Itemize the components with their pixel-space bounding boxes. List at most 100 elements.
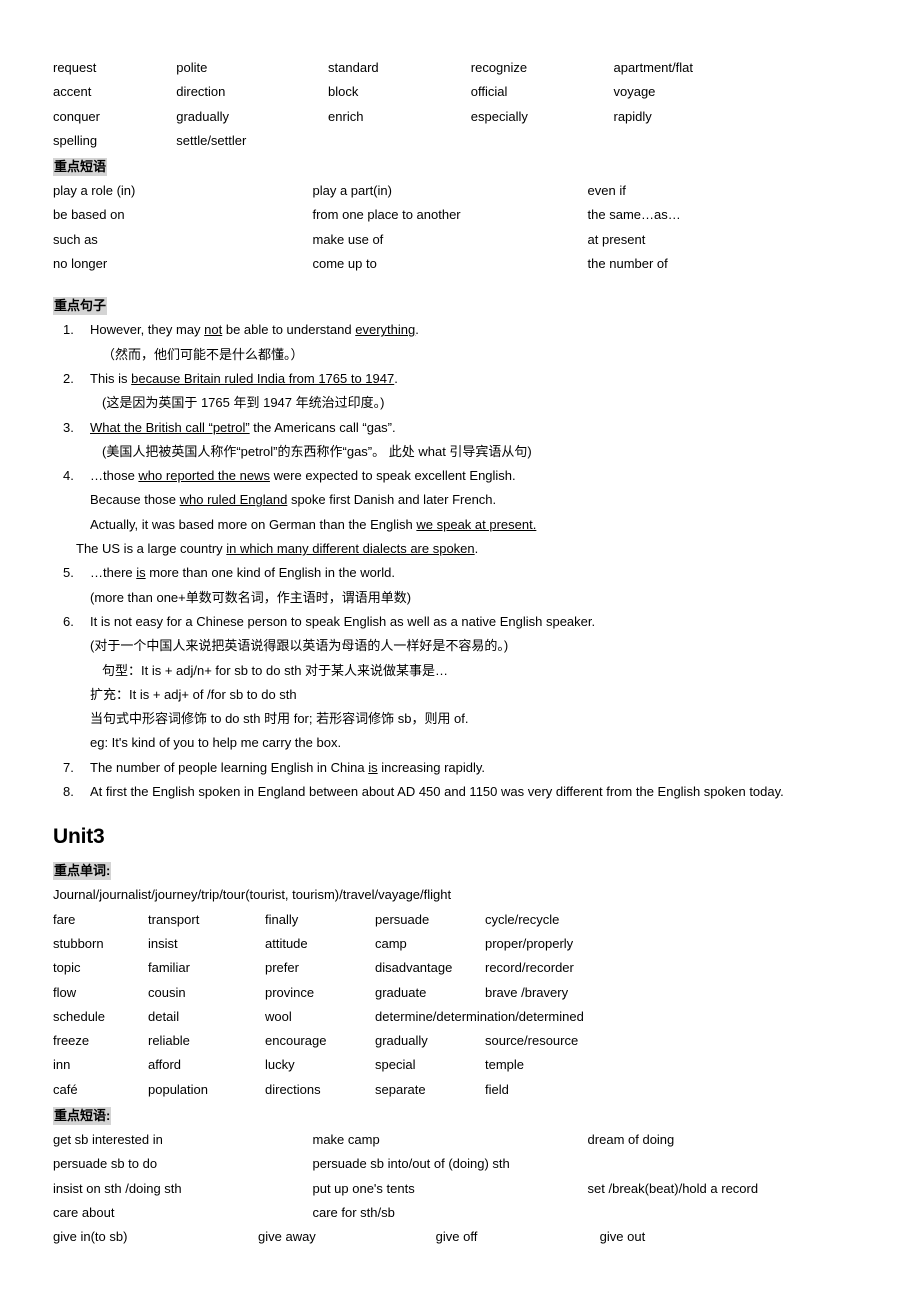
unit2-phrases-heading: 重点短语: [53, 157, 873, 177]
sentence-line: The US is a large country in which many …: [76, 537, 873, 561]
word-cell: transport: [148, 911, 200, 927]
word-cell: gradually: [375, 1033, 428, 1049]
phrase-cell: set /break(beat)/hold a record: [587, 1180, 759, 1196]
word-cell: cousin: [148, 984, 186, 1000]
sentence-line: At first the English spoken in England b…: [90, 780, 873, 804]
word-cell: field: [485, 1081, 509, 1097]
word-cell: standard: [328, 60, 379, 75]
table-row: schedule detail wool determine/determinatio…: [53, 1005, 873, 1029]
word-cell: brave /bravery: [485, 984, 569, 1000]
sentence-item: 3. What the British call “petrol” the Ame…: [53, 416, 873, 465]
word-cell: flow: [53, 984, 77, 1000]
phrase-cell: persuade sb into/out of (doing) sth: [312, 1156, 510, 1172]
word-cell: gradually: [176, 108, 230, 124]
word-cell: familiar: [148, 960, 190, 976]
unit3-words-body: fare transport finally persuade cycle/recycl…: [53, 908, 873, 1102]
underlined-text: who ruled England: [179, 492, 288, 508]
word-cell: attitude: [265, 935, 308, 951]
word-cell: source/resource: [485, 1033, 579, 1049]
word-cell: apartment/flat: [613, 60, 693, 75]
unit3-words-table: fare transport finally persuade cycle/recycl…: [53, 908, 873, 1102]
sentence-number: 4.: [63, 468, 74, 484]
word-cell: detail: [148, 1008, 180, 1024]
word-cell: [328, 129, 471, 153]
word-cell: especially: [470, 108, 528, 124]
sentence-line: Because those who ruled England spoke fi…: [90, 488, 873, 512]
table-row: fare transport finally persuade cycle/recycl…: [53, 908, 873, 932]
phrase-cell: give out: [599, 1229, 646, 1245]
section-label: 重点短语: [53, 158, 108, 177]
word-cell: [685, 1005, 873, 1029]
sentence-item: 8. At first the English spoken in England…: [53, 780, 873, 804]
unit3-phrases-heading: 重点短语:: [53, 1106, 873, 1125]
word-cell: insist: [148, 935, 178, 951]
word-cell: prefer: [265, 960, 299, 976]
underlined-text: not: [204, 322, 223, 338]
phrase-cell: such as: [53, 231, 98, 247]
sentence-line: （然而，他们可能不是什么都懂。）: [90, 343, 873, 367]
plain-text: At first the English spoken in England b…: [90, 784, 784, 800]
word-cell: voyage: [613, 84, 656, 100]
word-cell: record/recorder: [485, 960, 574, 976]
page-title: Unit3: [53, 825, 105, 849]
sentence-line: …there is more than one kind of English …: [90, 561, 873, 585]
unit3-give-row-body: give in(to sb) give away give off give out: [53, 1225, 873, 1249]
table-row: flow cousin province graduate brave /brave…: [53, 981, 873, 1005]
sentence-item: 7. The number of people learning English …: [53, 756, 873, 780]
sentence-line: 扩充：It is + adj+ of /for sb to do sth: [90, 683, 873, 707]
phrase-cell: come up to: [312, 256, 377, 272]
table-row: be based on from one place to another th…: [53, 203, 873, 227]
sentence-number: 5.: [63, 565, 74, 581]
plain-text: more than one kind of English in the wor…: [145, 565, 395, 581]
section-label: 重点单词:: [53, 862, 112, 881]
document-content: request polite standard recognize apartm…: [53, 56, 873, 1249]
table-row: inn afford lucky special temple: [53, 1053, 873, 1077]
plain-text: .: [394, 370, 398, 386]
plain-text: It is not easy for a Chinese person to s…: [90, 613, 596, 629]
underlined-text: because Britain ruled India from 1765 to…: [131, 370, 395, 386]
phrase-cell: even if: [587, 183, 626, 199]
plain-text: …those: [90, 468, 139, 484]
word-cell: cycle/recycle: [485, 911, 560, 927]
phrase-cell: the same…as…: [587, 207, 681, 223]
table-row: conquer gradually enrich especially rapi…: [53, 105, 873, 129]
phrase-cell: play a part(in): [312, 183, 392, 199]
word-cell: lucky: [265, 1057, 295, 1073]
word-cell: camp: [375, 935, 407, 951]
word-cell: recognize: [470, 60, 528, 75]
sentence-number: 8.: [63, 784, 74, 800]
phrase-cell: insist on sth /doing sth: [53, 1180, 182, 1196]
phrase-cell: care about: [53, 1204, 115, 1220]
sentence-line: 句型：It is + adj/n+ for sb to do sth 对于某人来…: [90, 659, 873, 683]
word-cell: reliable: [148, 1033, 190, 1049]
word-cell: direction: [176, 84, 226, 100]
phrase-cell: [588, 1152, 873, 1176]
sentence-item: 1. However, they may not be able to under…: [53, 318, 873, 367]
phrase-cell: no longer: [53, 256, 108, 272]
unit2-words-body: request polite standard recognize apartm…: [53, 56, 873, 153]
word-cell: café: [53, 1081, 78, 1097]
underlined-text: is: [136, 565, 146, 581]
unit3-words-heading: 重点单词:: [53, 861, 873, 881]
sentence-line: 当句式中形容词修饰 to do sth 时用 for; 若形容词修饰 sb，则用…: [90, 707, 873, 731]
word-cell: [613, 129, 873, 153]
plain-text: This is: [90, 370, 132, 386]
sentence-line: (more than one+单数可数名词，作主语时，谓语用单数): [90, 586, 873, 610]
sentence-number: 6.: [63, 613, 74, 629]
table-row: freeze reliable encourage gradually source/…: [53, 1029, 873, 1053]
sentence-number: 1.: [63, 322, 74, 338]
phrase-cell: be based on: [53, 207, 125, 223]
underlined-text: in which many different dialects are spo…: [226, 541, 475, 557]
plain-text: 扩充：It is + adj+ of /for sb to do sth: [90, 686, 297, 702]
sentence-number: 3.: [63, 419, 74, 435]
word-cell: determine/determination/determined: [375, 1008, 584, 1024]
plain-text: The number of people learning English in…: [90, 759, 369, 775]
plain-text: Because those: [90, 492, 180, 508]
underlined-text: we speak at present.: [416, 516, 537, 532]
unit3-words-intro: Journal/journalist/journey/trip/tour(tou…: [53, 887, 452, 903]
word-cell: population: [148, 1081, 208, 1097]
table-row: no longer come up to the number of: [53, 252, 873, 276]
phrase-cell: get sb interested in: [53, 1131, 163, 1147]
word-cell: temple: [485, 1057, 525, 1073]
word-cell: [471, 129, 614, 153]
